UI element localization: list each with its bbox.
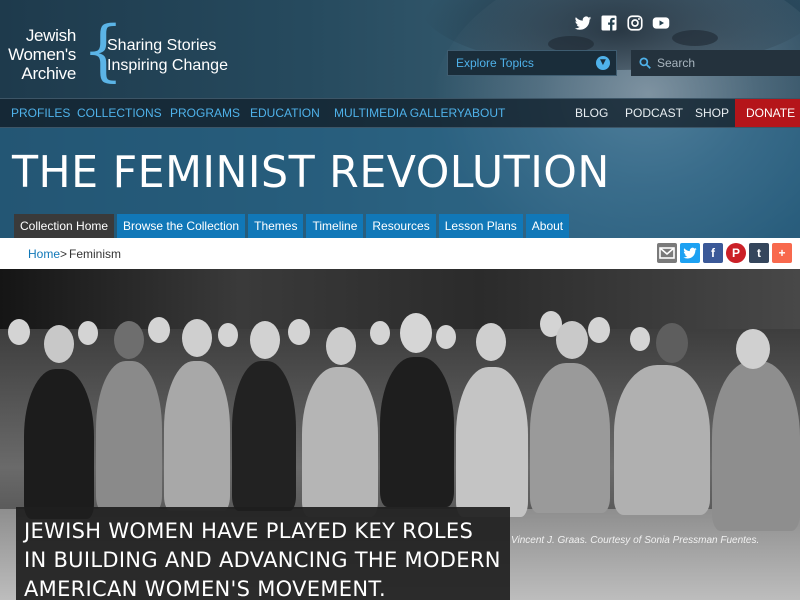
explore-topics-dropdown[interactable]: Explore Topics ▼ <box>447 50 617 76</box>
tab-collection-home[interactable]: Collection Home <box>14 214 115 238</box>
add-icon[interactable]: + <box>772 243 792 263</box>
site-logo[interactable]: Jewish Women's Archive { Sharing Stories… <box>0 18 240 94</box>
instagram-icon[interactable] <box>626 14 644 32</box>
donate-button[interactable]: DONATE <box>735 99 800 127</box>
email-icon[interactable] <box>657 243 677 263</box>
tab-about[interactable]: About <box>525 214 570 238</box>
youtube-icon[interactable] <box>652 14 670 32</box>
search-icon <box>639 57 651 69</box>
nav-item-podcast[interactable]: PODCAST <box>625 99 683 127</box>
main-navigation: PROFILES COLLECTIONS PROGRAMS EDUCATION … <box>0 98 800 128</box>
chevron-down-icon: ▼ <box>596 56 610 70</box>
nav-item-about[interactable]: ABOUT <box>464 99 505 127</box>
tab-themes[interactable]: Themes <box>248 214 304 238</box>
hero-statement: JEWISH WOMEN HAVE PLAYED KEY ROLES IN BU… <box>16 507 510 600</box>
nav-item-multimedia-gallery[interactable]: MULTIMEDIA GALLERY <box>334 99 465 127</box>
pinterest-icon[interactable]: P <box>726 243 746 263</box>
collection-tabs: Collection Home Browse the Collection Th… <box>14 214 570 238</box>
breadcrumb: Home > Feminism f P t + <box>0 238 800 269</box>
nav-item-shop[interactable]: SHOP <box>695 99 729 127</box>
logo-wordmark: Jewish Women's Archive <box>8 26 76 83</box>
nav-item-programs[interactable]: PROGRAMS <box>170 99 240 127</box>
page-title: THE FEMINIST REVOLUTION <box>12 147 610 198</box>
breadcrumb-home-link[interactable]: Home <box>28 247 60 261</box>
breadcrumb-current: Feminism <box>69 247 122 261</box>
share-buttons: f P t + <box>657 243 792 263</box>
nav-item-education[interactable]: EDUCATION <box>250 99 320 127</box>
facebook-share-icon[interactable]: f <box>703 243 723 263</box>
photo-caption: Vincent J. Graas. Courtesy of Sonia Pres… <box>511 535 760 546</box>
logo-tagline: Sharing Stories Inspiring Change <box>107 37 228 74</box>
twitter-share-icon[interactable] <box>680 243 700 263</box>
search-input[interactable]: Search <box>631 50 800 76</box>
tab-lesson-plans[interactable]: Lesson Plans <box>438 214 523 238</box>
facebook-icon[interactable] <box>600 14 618 32</box>
tab-resources[interactable]: Resources <box>366 214 436 238</box>
nav-item-profiles[interactable]: PROFILES <box>11 99 70 127</box>
tab-browse-the-collection[interactable]: Browse the Collection <box>117 214 246 238</box>
social-links <box>574 14 670 36</box>
twitter-icon[interactable] <box>574 14 592 32</box>
nav-item-collections[interactable]: COLLECTIONS <box>77 99 162 127</box>
tumblr-icon[interactable]: t <box>749 243 769 263</box>
tab-timeline[interactable]: Timeline <box>306 214 364 238</box>
nav-item-blog[interactable]: BLOG <box>575 99 608 127</box>
breadcrumb-separator: > <box>60 247 68 261</box>
